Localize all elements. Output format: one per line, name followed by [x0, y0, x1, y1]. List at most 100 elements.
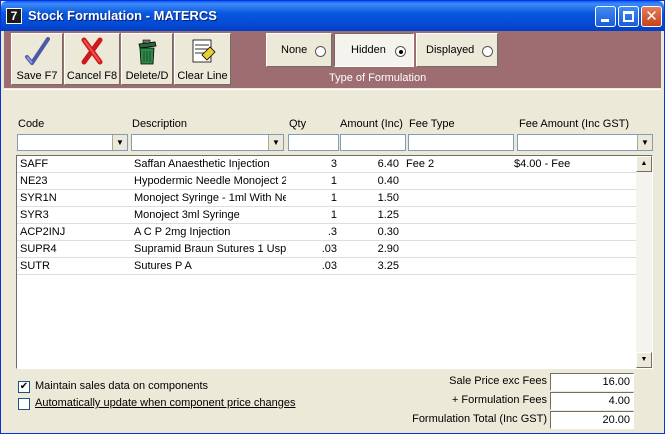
cell-code: SYR3 [20, 209, 49, 221]
trash-can-icon [138, 39, 157, 65]
header-fee-amount: Fee Amount (Inc GST) [519, 118, 630, 130]
maintain-sales-label: Maintain sales data on components [35, 380, 209, 392]
header-fee-type: Fee Type [409, 118, 455, 130]
cell-amount: 6.40 [377, 158, 399, 170]
cell-qty: 1 [330, 209, 337, 221]
table-row[interactable]: SAFF Saffan Anaesthetic Injection 3 6.40… [17, 156, 637, 173]
cell-code: NE23 [20, 175, 48, 187]
fee-amount-filter-combo[interactable]: ▼ [517, 134, 653, 151]
scroll-down-icon[interactable]: ▼ [636, 352, 652, 368]
cell-description: Supramid Braun Sutures 1 Usp 4 [134, 243, 286, 255]
delete-label: Delete/D [125, 70, 169, 82]
components-table[interactable]: SAFF Saffan Anaesthetic Injection 3 6.40… [16, 155, 653, 369]
close-icon: ✕ [645, 8, 658, 25]
table-row[interactable]: SYR1N Monoject Syringe - 1ml With Nee 1 … [17, 190, 637, 207]
toolbar: Save F7 Cancel F8 Delete/D Clear Line No… [4, 31, 661, 88]
table-row[interactable]: ACP2INJ A C P 2mg Injection .3 0.30 [17, 224, 637, 241]
cell-description: Monoject Syringe - 1ml With Nee [134, 192, 286, 204]
cell-amount: 1.50 [377, 192, 399, 204]
maximize-icon [623, 11, 634, 22]
cell-amount: 1.25 [377, 209, 399, 221]
amount-filter-input[interactable] [340, 134, 406, 151]
chevron-down-icon[interactable]: ▼ [112, 135, 127, 150]
formulation-fees-field[interactable]: 4.00 [550, 392, 634, 410]
cell-code: SAFF [20, 158, 49, 170]
radio-hidden-indicator[interactable] [395, 46, 406, 57]
cell-qty: 1 [330, 192, 337, 204]
header-code: Code [18, 118, 45, 130]
cell-qty: .3 [327, 226, 337, 238]
minimize-icon [601, 19, 609, 22]
cell-qty: 1 [330, 175, 337, 187]
sale-price-label: Sale Price exc Fees [449, 375, 547, 387]
cell-amount: 3.25 [377, 260, 399, 272]
chevron-down-icon[interactable]: ▼ [637, 135, 652, 150]
cancel-label: Cancel F8 [66, 70, 118, 82]
radio-none-indicator[interactable] [315, 46, 326, 57]
window-title: Stock Formulation - MATERCS [28, 8, 217, 23]
clear-line-label: Clear Line [177, 70, 228, 82]
cell-description: A C P 2mg Injection [134, 226, 231, 238]
formulation-total-label: Formulation Total (Inc GST) [412, 413, 547, 425]
red-x-icon [81, 37, 103, 65]
save-label: Save F7 [16, 70, 58, 82]
formulation-type-label: Type of Formulation [329, 72, 427, 84]
cell-code: ACP2INJ [20, 226, 66, 238]
radio-displayed-label: Displayed [426, 44, 475, 56]
radio-hidden[interactable]: Hidden [334, 33, 414, 67]
minimize-button[interactable] [595, 6, 616, 27]
radio-displayed[interactable]: Displayed [416, 33, 498, 67]
table-row[interactable]: SYR3 Monoject 3ml Syringe 1 1.25 [17, 207, 637, 224]
cell-amount: 0.40 [377, 175, 399, 187]
auto-update-checkbox[interactable] [18, 398, 30, 410]
header-amount: Amount (Inc) [340, 118, 403, 130]
table-row[interactable]: NE23 Hypodermic Needle Monoject 23 1 0.4… [17, 173, 637, 190]
formulation-total-field[interactable]: 20.00 [550, 411, 634, 429]
cell-qty: .03 [321, 243, 337, 255]
cell-description: Monoject 3ml Syringe [134, 209, 240, 221]
radio-none-label: None [281, 44, 308, 56]
cell-description: Hypodermic Needle Monoject 23 [134, 175, 286, 187]
save-button[interactable]: Save F7 [11, 33, 63, 85]
description-filter-combo[interactable]: ▼ [131, 134, 284, 151]
table-row[interactable]: SUPR4 Supramid Braun Sutures 1 Usp 4 .03… [17, 241, 637, 258]
cell-amount: 2.90 [377, 243, 399, 255]
app-icon: 7 [6, 8, 22, 24]
header-qty: Qty [289, 118, 307, 130]
scroll-up-icon[interactable]: ▲ [636, 156, 652, 172]
cell-qty: .03 [321, 260, 337, 272]
formulation-panel: Code Description Qty Amount (Inc) Fee Ty… [4, 89, 661, 433]
table-row[interactable]: SUTR Sutures P A .03 3.25 [17, 258, 637, 275]
stock-formulation-window: 7 Stock Formulation - MATERCS ✕ Save F7 … [0, 0, 665, 434]
maximize-button[interactable] [618, 6, 639, 27]
vertical-scrollbar[interactable]: ▲ ▼ [636, 156, 652, 368]
cell-code: SYR1N [20, 192, 57, 204]
code-filter-combo[interactable]: ▼ [17, 134, 128, 151]
cell-description: Sutures P A [134, 260, 192, 272]
pen-check-icon [25, 37, 50, 65]
cell-fee-type: Fee 2 [406, 158, 435, 170]
chevron-down-icon[interactable]: ▼ [268, 135, 283, 150]
cell-fee-amount: $4.00 - Fee [514, 158, 571, 170]
cell-description: Saffan Anaesthetic Injection [134, 158, 270, 170]
close-button[interactable]: ✕ [641, 6, 662, 27]
radio-displayed-indicator[interactable] [482, 46, 493, 57]
auto-update-label: Automatically update when component pric… [35, 397, 296, 409]
fee-type-filter-input[interactable] [408, 134, 514, 151]
delete-button[interactable]: Delete/D [121, 33, 173, 85]
header-description: Description [132, 118, 188, 130]
eraser-icon [192, 39, 216, 63]
cell-amount: 0.30 [377, 226, 399, 238]
clear-line-button[interactable]: Clear Line [174, 33, 231, 85]
title-bar[interactable]: 7 Stock Formulation - MATERCS ✕ [1, 1, 664, 31]
maintain-sales-checkbox[interactable]: ✔ [18, 381, 30, 393]
cell-code: SUTR [20, 260, 50, 272]
formulation-fees-label: + Formulation Fees [451, 394, 547, 406]
qty-filter-input[interactable] [288, 134, 339, 151]
radio-none[interactable]: None [266, 33, 332, 67]
cancel-button[interactable]: Cancel F8 [64, 33, 120, 85]
cell-code: SUPR4 [20, 243, 57, 255]
cell-qty: 3 [330, 158, 337, 170]
radio-hidden-label: Hidden [351, 44, 386, 56]
sale-price-field[interactable]: 16.00 [550, 373, 634, 391]
